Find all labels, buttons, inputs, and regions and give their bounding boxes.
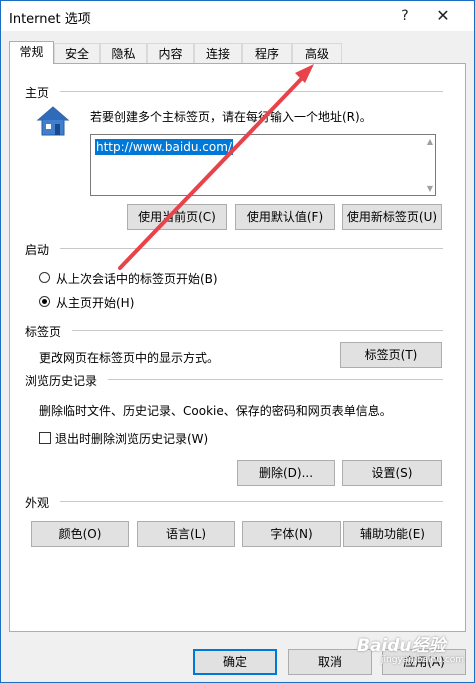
tab-general[interactable]: 常规 [9, 41, 54, 64]
annotation-arrow-icon [118, 64, 314, 270]
